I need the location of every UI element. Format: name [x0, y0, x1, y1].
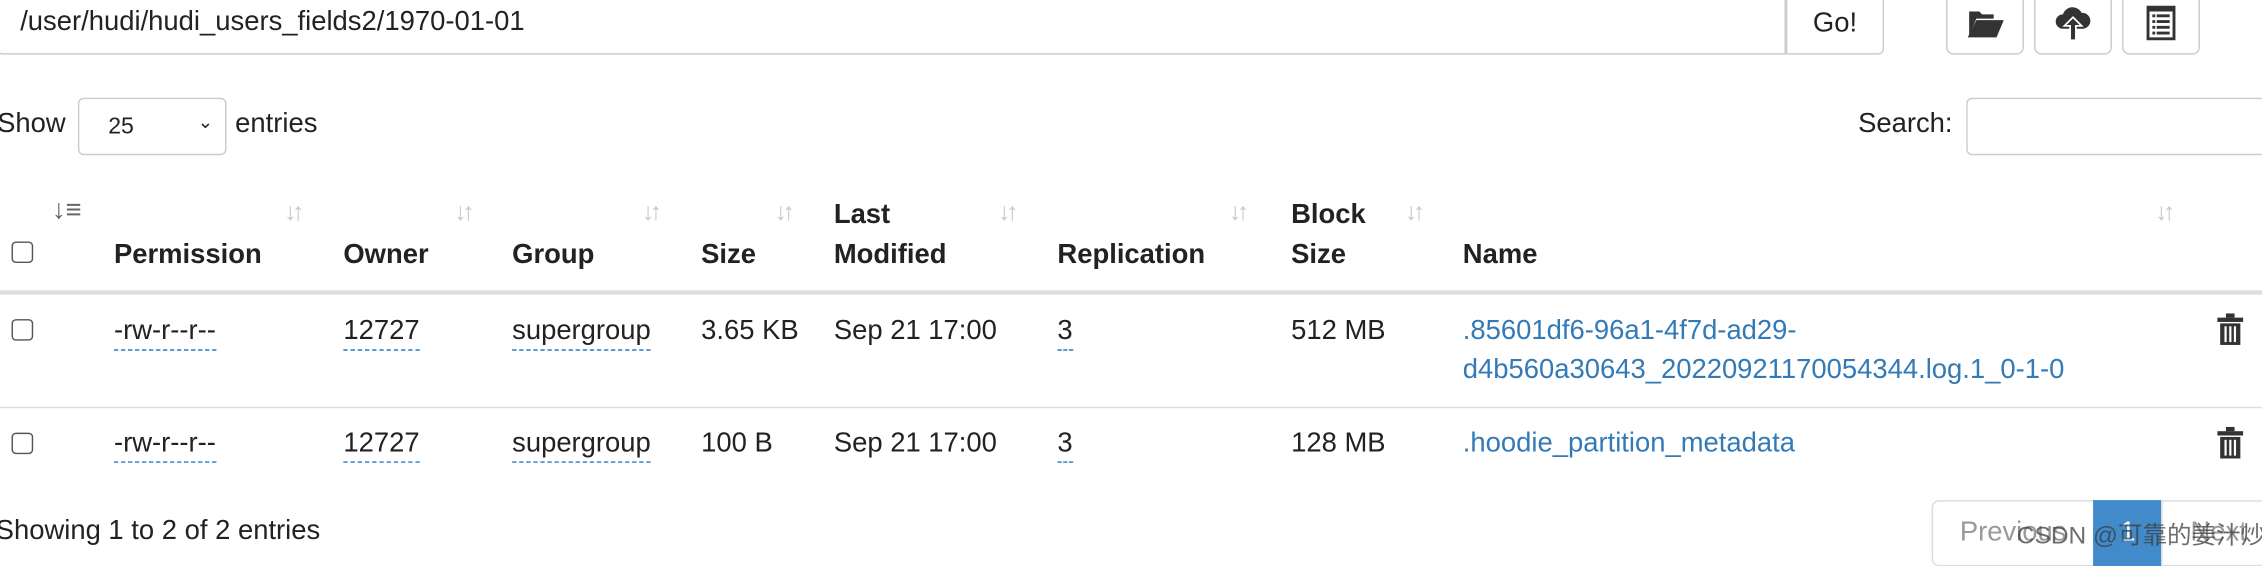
sort-icon[interactable]: ↓↑ — [2155, 198, 2175, 227]
group-cell[interactable]: supergroup — [512, 428, 651, 463]
column-header-replication[interactable]: Replication — [1057, 240, 1205, 272]
sort-icon[interactable]: ↓↑ — [998, 198, 1018, 227]
upload-button[interactable] — [2034, 0, 2112, 55]
list-icon — [2146, 5, 2176, 41]
file-name-link-continued[interactable]: d4b560a30643_20220921170054344.log.1_0-1… — [1463, 355, 2065, 387]
column-header-block-size-line2[interactable]: Size — [1291, 240, 1346, 272]
owner-cell[interactable]: 12727 — [343, 428, 420, 463]
group-cell[interactable]: supergroup — [512, 316, 651, 351]
sort-icon[interactable]: ↓↑ — [454, 198, 474, 227]
permission-cell[interactable]: -rw-r--r-- — [113, 428, 216, 463]
block-size-cell: 128 MB — [1291, 428, 1386, 459]
column-header-last-modified-line2[interactable]: Modified — [834, 240, 947, 272]
create-directory-button[interactable] — [1946, 0, 2024, 55]
column-header-permission[interactable]: Permission — [114, 240, 262, 272]
trash-icon[interactable] — [2217, 426, 2244, 459]
column-header-name[interactable]: Name — [1463, 240, 1538, 272]
cloud-upload-icon — [2055, 7, 2091, 42]
folder-open-icon — [1967, 11, 2004, 38]
watermark: CSDN @可靠的姜汁炒蛋 — [2016, 521, 2262, 550]
modified-cell: Sep 21 17:00 — [833, 316, 997, 347]
replication-cell[interactable]: 3 — [1057, 428, 1073, 463]
sort-icon[interactable]: ↓↑ — [1229, 198, 1249, 227]
row-checkbox[interactable] — [11, 319, 34, 341]
column-header-owner[interactable]: Owner — [343, 240, 428, 272]
chevron-down-icon: ⌄ — [197, 110, 214, 133]
search-input[interactable] — [1966, 97, 2262, 156]
select-all-checkbox[interactable] — [11, 241, 34, 264]
modified-cell: Sep 21 17:00 — [833, 428, 997, 459]
row-divider — [0, 406, 2262, 409]
sort-icon[interactable]: ↓↑ — [1405, 198, 1425, 227]
replication-cell[interactable]: 3 — [1057, 316, 1073, 351]
file-name-link[interactable]: .hoodie_partition_metadata — [1463, 428, 1795, 460]
search-label: Search: — [1858, 109, 1953, 140]
owner-cell[interactable]: 12727 — [343, 316, 420, 351]
path-input[interactable]: /user/hudi/hudi_users_fields2/1970-01-01 — [0, 0, 1786, 55]
size-cell: 100 B — [701, 428, 773, 459]
column-header-last-modified-line1[interactable]: Last — [834, 200, 890, 232]
column-header-block-size-line1[interactable]: Block — [1291, 200, 1366, 232]
sort-icon[interactable]: ↓↑ — [642, 198, 662, 227]
block-size-cell: 512 MB — [1291, 316, 1386, 347]
selected-value: 25 — [108, 114, 134, 140]
sort-icon[interactable]: ↓↑ — [775, 198, 795, 227]
row-checkbox[interactable] — [11, 432, 34, 455]
entries-per-page-select[interactable]: 25 ⌄ — [77, 97, 227, 156]
sort-icon[interactable]: ↓↑ — [284, 198, 304, 227]
permission-cell[interactable]: -rw-r--r-- — [113, 316, 216, 351]
sort-asc-icon[interactable]: ↓≡ — [52, 195, 82, 227]
header-divider — [0, 290, 2262, 295]
file-name-link[interactable]: .85601df6-96a1-4f7d-ad29- — [1463, 316, 1797, 348]
go-button[interactable]: Go! — [1785, 0, 1885, 55]
entries-label: entries — [235, 109, 318, 140]
column-header-size[interactable]: Size — [701, 240, 756, 272]
size-cell: 3.65 KB — [701, 316, 799, 347]
trash-icon[interactable] — [2217, 313, 2244, 345]
view-list-button[interactable] — [2122, 0, 2200, 55]
column-header-group[interactable]: Group — [512, 240, 594, 272]
table-info: Showing 1 to 2 of 2 entries — [0, 515, 321, 547]
path-value: /user/hudi/hudi_users_fields2/1970-01-01 — [20, 7, 525, 38]
show-label: Show — [0, 109, 66, 140]
